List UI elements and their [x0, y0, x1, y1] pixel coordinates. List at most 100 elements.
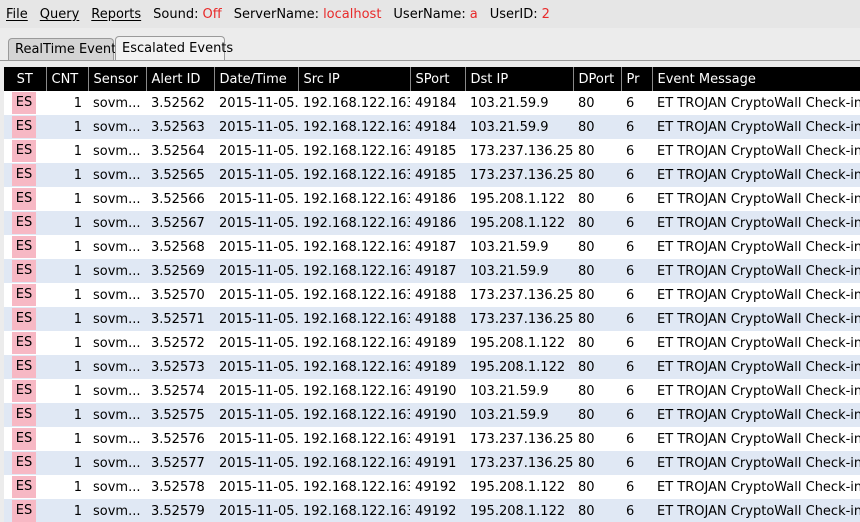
table-row[interactable]: ES 1sovm...3.525782015-11-05...192.168.12…	[4, 475, 860, 499]
table-row[interactable]: ES 1sovm...3.525772015-11-05...192.168.12…	[4, 451, 860, 475]
cell-cnt: 1	[46, 187, 88, 211]
column-header-sensor[interactable]: Sensor	[88, 67, 147, 91]
user-id-label: UserID:	[489, 6, 538, 22]
table-row[interactable]: ES 1sovm...3.525652015-11-05...192.168.12…	[4, 163, 860, 187]
user-id-value: 2	[541, 6, 550, 22]
cell-cnt: 1	[46, 403, 88, 427]
cell-st: ES	[4, 115, 46, 139]
cell-dport: 80	[573, 139, 621, 163]
cell-sport: 49189	[410, 331, 465, 355]
cell-alert-id: 3.52575	[146, 403, 214, 427]
cell-src-ip: 192.168.122.163	[298, 403, 410, 427]
table-row[interactable]: ES 1sovm...3.525752015-11-05...192.168.12…	[4, 403, 860, 427]
cell-sport: 49186	[410, 211, 465, 235]
tab-escalated-events[interactable]: Escalated Events	[115, 36, 233, 60]
cell-pr: 6	[621, 91, 652, 115]
cell-sport: 49184	[410, 115, 465, 139]
cell-sport: 49187	[410, 235, 465, 259]
cell-src-ip: 192.168.122.163	[298, 427, 410, 451]
cell-src-ip: 192.168.122.163	[298, 451, 410, 475]
table-row[interactable]: ES 1sovm...3.525662015-11-05...192.168.12…	[4, 187, 860, 211]
cell-sensor: sovm...	[88, 187, 146, 211]
cell-sport: 49188	[410, 283, 465, 307]
status-badge: ES	[12, 260, 36, 282]
cell-sensor: sovm...	[88, 307, 146, 331]
column-header-event-message[interactable]: Event Message	[652, 67, 860, 91]
table-row[interactable]: ES 1sovm...3.525682015-11-05...192.168.12…	[4, 235, 860, 259]
cell-sport: 49187	[410, 259, 465, 283]
events-table: ST CNT Sensor Alert ID Date/Time Src IP SPort D…	[4, 67, 860, 522]
cell-sensor: sovm...	[88, 379, 146, 403]
cell-alert-id: 3.52570	[146, 283, 214, 307]
menu-reports[interactable]: Reports	[91, 7, 141, 22]
cell-date-time: 2015-11-05...	[214, 379, 298, 403]
status-badge: ES	[12, 116, 36, 138]
column-header-date-time[interactable]: Date/Time	[214, 67, 299, 91]
cell-st: ES	[4, 259, 46, 283]
cell-event-message: ET TROJAN CryptoWall Check-in	[652, 307, 860, 331]
table-row[interactable]: ES 1sovm...3.525642015-11-05...192.168.12…	[4, 139, 860, 163]
server-name-label: ServerName:	[233, 6, 320, 22]
table-row[interactable]: ES 1sovm...3.525692015-11-05...192.168.12…	[4, 259, 860, 283]
menu-query[interactable]: Query	[40, 7, 80, 22]
table-row[interactable]: ES 1sovm...3.525792015-11-05...192.168.12…	[4, 499, 860, 522]
cell-sensor: sovm...	[88, 283, 146, 307]
column-header-st[interactable]: ST	[4, 67, 47, 91]
cell-st: ES	[4, 475, 46, 499]
cell-sport: 49186	[410, 187, 465, 211]
cell-event-message: ET TROJAN CryptoWall Check-in	[652, 427, 860, 451]
cell-alert-id: 3.52571	[146, 307, 214, 331]
cell-st: ES	[4, 499, 46, 522]
column-header-dst-ip[interactable]: Dst IP	[465, 67, 574, 91]
cell-sensor: sovm...	[88, 259, 146, 283]
cell-st: ES	[4, 187, 46, 211]
cell-st: ES	[4, 235, 46, 259]
cell-dst-ip: 195.208.1.122	[465, 499, 573, 522]
status-badge: ES	[12, 404, 36, 426]
cell-src-ip: 192.168.122.163	[298, 259, 410, 283]
table-row[interactable]: ES 1sovm...3.525762015-11-05...192.168.12…	[4, 427, 860, 451]
cell-pr: 6	[621, 187, 652, 211]
cell-pr: 6	[621, 307, 652, 331]
status-badge: ES	[12, 92, 36, 114]
cell-src-ip: 192.168.122.163	[298, 139, 410, 163]
cell-alert-id: 3.52566	[146, 187, 214, 211]
table-row[interactable]: ES 1sovm...3.525672015-11-05...192.168.12…	[4, 211, 860, 235]
table-row[interactable]: ES 1sovm...3.525712015-11-05...192.168.12…	[4, 307, 860, 331]
cell-date-time: 2015-11-05...	[214, 211, 298, 235]
column-header-pr[interactable]: Pr	[621, 67, 653, 91]
table-row[interactable]: ES 1sovm...3.525732015-11-05...192.168.12…	[4, 355, 860, 379]
cell-alert-id: 3.52564	[146, 139, 214, 163]
status-badge: ES	[12, 452, 36, 474]
tab-realtime-events[interactable]: RealTime Events	[8, 38, 123, 60]
cell-src-ip: 192.168.122.163	[298, 187, 410, 211]
table-row[interactable]: ES 1sovm...3.525702015-11-05...192.168.12…	[4, 283, 860, 307]
cell-src-ip: 192.168.122.163	[298, 379, 410, 403]
table-row[interactable]: ES 1sovm...3.525622015-11-05...192.168.12…	[4, 91, 860, 115]
cell-sensor: sovm...	[88, 451, 146, 475]
column-header-sport[interactable]: SPort	[410, 67, 466, 91]
column-header-dport[interactable]: DPort	[573, 67, 622, 91]
cell-cnt: 1	[46, 499, 88, 522]
table-row[interactable]: ES 1sovm...3.525722015-11-05...192.168.12…	[4, 331, 860, 355]
status-badge: ES	[12, 332, 36, 354]
table-row[interactable]: ES 1sovm...3.525632015-11-05...192.168.12…	[4, 115, 860, 139]
table-row[interactable]: ES 1sovm...3.525742015-11-05...192.168.12…	[4, 379, 860, 403]
cell-cnt: 1	[46, 379, 88, 403]
cell-pr: 6	[621, 427, 652, 451]
menu-file[interactable]: File	[6, 7, 28, 22]
cell-sport: 49191	[410, 427, 465, 451]
column-header-alert-id[interactable]: Alert ID	[146, 67, 215, 91]
cell-sport: 49190	[410, 403, 465, 427]
cell-event-message: ET TROJAN CryptoWall Check-in	[652, 115, 860, 139]
cell-dst-ip: 195.208.1.122	[465, 187, 573, 211]
cell-date-time: 2015-11-05...	[214, 283, 298, 307]
cell-dport: 80	[573, 355, 621, 379]
column-header-src-ip[interactable]: Src IP	[298, 67, 411, 91]
cell-sport: 49191	[410, 451, 465, 475]
column-header-cnt[interactable]: CNT	[46, 67, 89, 91]
cell-alert-id: 3.52567	[146, 211, 214, 235]
cell-dport: 80	[573, 211, 621, 235]
cell-st: ES	[4, 283, 46, 307]
cell-pr: 6	[621, 163, 652, 187]
